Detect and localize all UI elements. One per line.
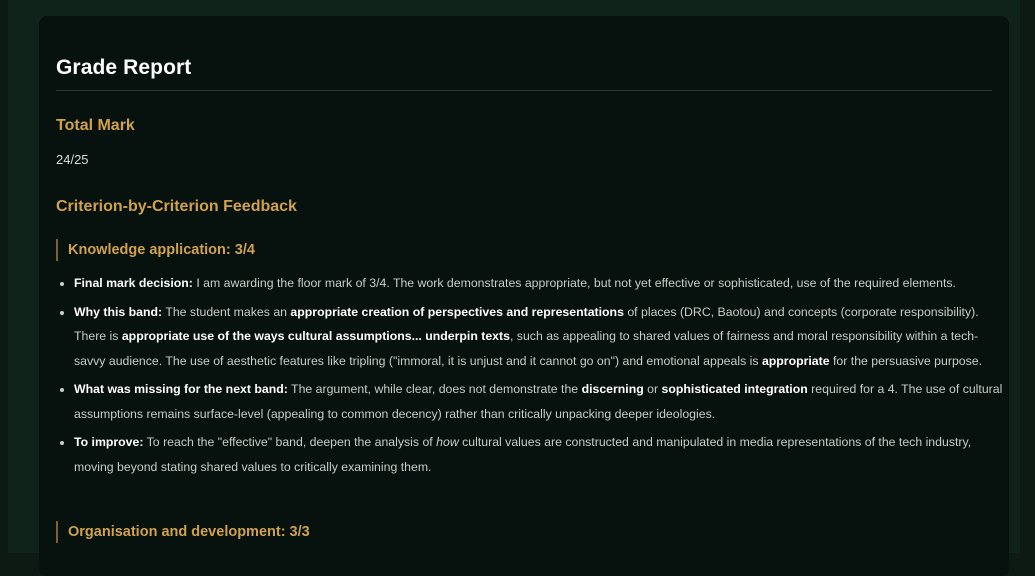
point-label: Final mark decision: [74,276,193,290]
title-divider [56,90,992,91]
list-item: To improve: To reach the "effective" ban… [74,430,1004,479]
total-mark-value: 24/25 [56,152,89,167]
point-label: What was missing for the next band: [74,382,288,396]
list-item: Why this band: The student makes an appr… [74,300,1004,374]
point-text: or [643,382,662,396]
criterion-heading-knowledge-application: Knowledge application: 3/4 [56,239,255,261]
criterion-feedback-heading: Criterion-by-Criterion Feedback [56,198,297,215]
knowledge-application-feedback-list: Final mark decision: I am awarding the f… [56,271,1004,483]
point-text: for the persuasive purpose. [829,353,983,368]
point-text: The argument, while clear, does not demo… [287,382,582,396]
point-text: The student makes an [162,304,291,319]
point-emphasis: appropriate use of the ways cultural ass… [121,329,510,343]
point-label: To improve: [74,435,144,449]
app-background: Grade Report Total Mark 24/25 Criterion-… [8,0,1020,576]
point-italic: how [436,435,459,449]
point-label: Why this band: [74,304,163,319]
point-emphasis: sophisticated integration [661,382,808,396]
point-text: I am awarding the floor mark of 3/4. The… [192,276,956,290]
criterion-heading-organisation-development: Organisation and development: 3/3 [56,521,310,543]
point-text: To reach the "effective" band, deepen th… [143,435,437,449]
total-mark-heading: Total Mark [56,117,135,134]
grade-report-card: Grade Report Total Mark 24/25 Criterion-… [39,16,1009,576]
list-item: Final mark decision: I am awarding the f… [74,271,1004,296]
list-item: What was missing for the next band: The … [74,377,1004,426]
point-emphasis: appropriate creation of perspectives and… [290,304,624,319]
point-emphasis: appropriate [761,353,830,368]
page-title: Grade Report [56,56,192,79]
point-emphasis: discerning [581,382,644,396]
